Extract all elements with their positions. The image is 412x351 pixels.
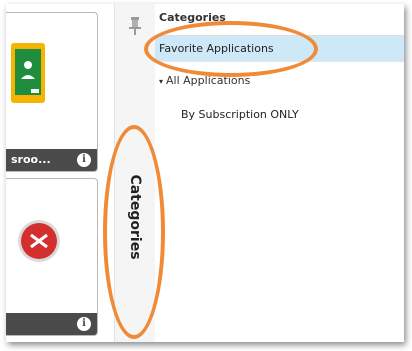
tile-footer: sroo... i <box>6 149 97 171</box>
categories-vertical-tab[interactable]: Categories <box>114 4 156 342</box>
screenshot-frame: sroo... i i Categories Categories Favori… <box>6 4 404 342</box>
tile-footer: i <box>6 313 97 335</box>
categories-panel: Categories Favorite Applications ▾ All Ap… <box>155 4 404 342</box>
pin-icon[interactable] <box>127 16 143 36</box>
classroom-icon <box>11 43 45 103</box>
info-icon[interactable]: i <box>77 317 91 331</box>
category-label: Favorite Applications <box>159 42 274 55</box>
category-label: All Applications <box>166 74 251 87</box>
category-by-subscription-only[interactable]: By Subscription ONLY <box>155 102 404 128</box>
red-app-icon <box>18 220 60 262</box>
tile-label: sroo... <box>11 153 51 166</box>
category-label: By Subscription ONLY <box>181 108 299 121</box>
category-all-applications[interactable]: ▾ All Applications <box>155 68 404 94</box>
category-favorite-applications[interactable]: Favorite Applications <box>155 36 404 62</box>
app-tile-red[interactable]: i <box>6 178 98 336</box>
panel-header: Categories <box>155 8 404 36</box>
app-tile-classroom[interactable]: sroo... i <box>6 12 98 172</box>
info-icon[interactable]: i <box>77 153 91 167</box>
caret-down-icon[interactable]: ▾ <box>159 77 163 86</box>
vertical-tab-label[interactable]: Categories <box>124 153 146 281</box>
